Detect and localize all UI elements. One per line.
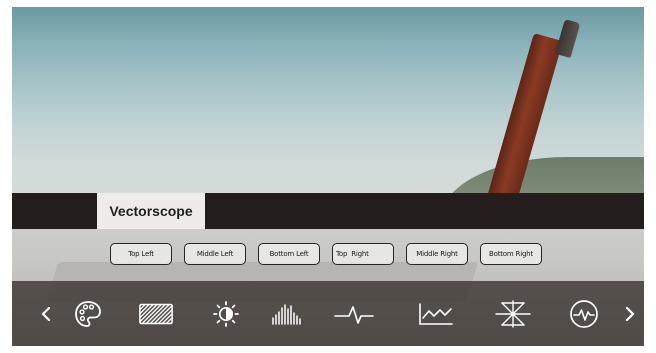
background-boat-prow-tip [555, 19, 581, 59]
chevron-left-icon [41, 307, 51, 321]
line-graph-tool-button[interactable] [414, 297, 456, 331]
heart-rate-tool-button[interactable] [566, 297, 602, 331]
palette-tool-button[interactable] [70, 297, 106, 331]
histogram-tool-button[interactable] [268, 297, 304, 331]
heart-rate-icon [570, 300, 598, 328]
line-graph-icon [419, 303, 453, 325]
toolbar [12, 281, 644, 346]
bottom-right-button[interactable]: Bottom Right [480, 243, 542, 265]
monitor-screen: Vectorscope Top Left Middle Left Bottom … [12, 7, 644, 346]
waveform-tool-button[interactable] [332, 297, 376, 331]
waveform-icon [334, 306, 374, 324]
palette-icon [75, 301, 101, 327]
top-right-button[interactable]: Top Right [332, 243, 394, 265]
top-left-button[interactable]: Top Left [110, 243, 172, 265]
middle-right-button[interactable]: Middle Right [406, 243, 468, 265]
histogram-icon [272, 304, 301, 325]
page-title: Vectorscope [97, 193, 205, 229]
brightness-icon [213, 301, 239, 327]
next-arrow-button[interactable] [622, 302, 638, 326]
vectorscope-icon [495, 300, 531, 328]
bottom-left-button[interactable]: Bottom Left [258, 243, 320, 265]
zebra-pattern-icon [139, 303, 173, 325]
brightness-tool-button[interactable] [208, 297, 244, 331]
zebra-tool-button[interactable] [138, 297, 174, 331]
chevron-right-icon [625, 307, 635, 321]
middle-left-button[interactable]: Middle Left [184, 243, 246, 265]
vectorscope-tool-button[interactable] [492, 297, 534, 331]
previous-arrow-button[interactable] [38, 302, 54, 326]
position-selector: Top Left Middle Left Bottom Left Top Rig… [12, 229, 644, 281]
